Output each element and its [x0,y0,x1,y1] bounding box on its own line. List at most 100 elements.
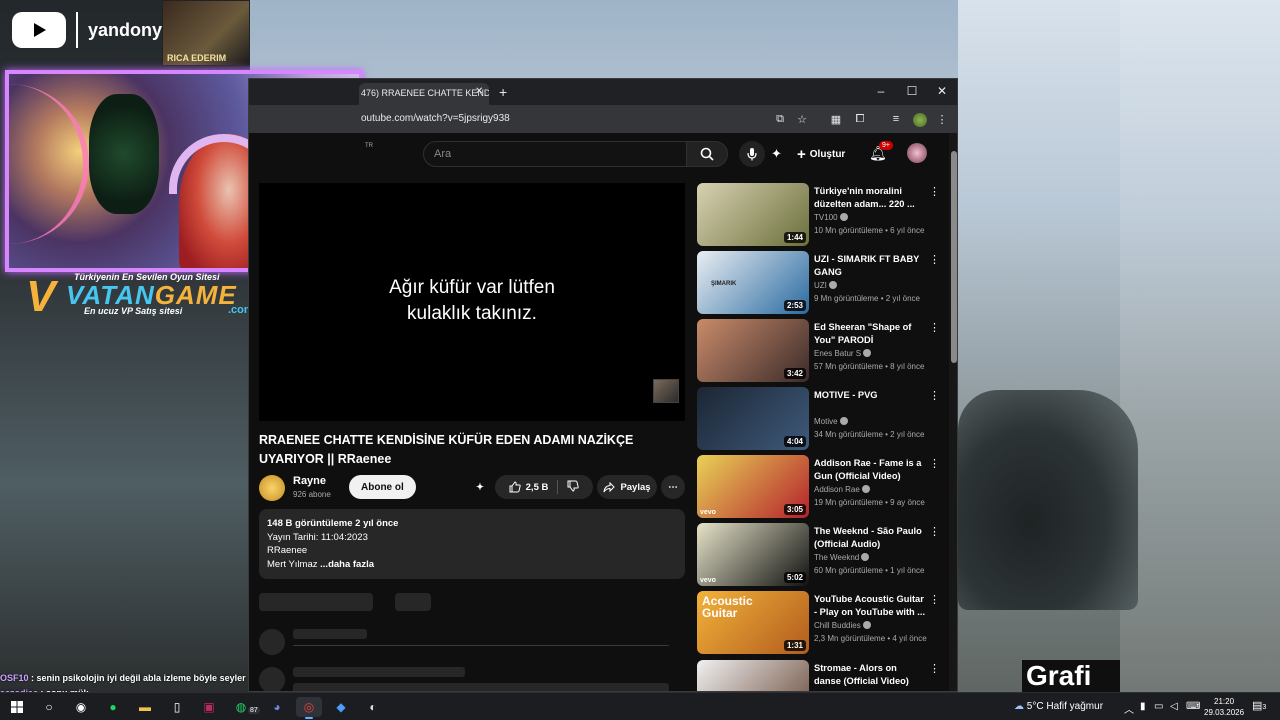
channel-name[interactable]: UZI [814,281,837,290]
recommended-video[interactable]: 1:44 Türkiye'nin moralini düzelten adam..… [697,183,945,249]
weather-widget[interactable]: ☁ 5°C Hafif yağmur [1014,701,1103,712]
close-window-button[interactable]: ✕ [932,84,952,98]
extension-icon[interactable]: ▦ [829,113,843,126]
chrome-icon[interactable]: ◎ [296,697,322,719]
notification-center-icon[interactable]: ▤3 [1252,699,1266,712]
steam-icon[interactable]: ◉ [68,697,94,717]
background-scene-right [958,0,1280,692]
create-button[interactable]: + Oluştur [797,143,845,165]
recommended-video[interactable]: Stromae - Alors on danse (Official Video… [697,660,945,691]
discord-icon[interactable]: ◕ [264,697,290,717]
video-title[interactable]: Addison Rae - Fame is a Gun (Official Vi… [814,457,926,482]
tray-chevron-icon[interactable]: ︿ [1124,701,1134,716]
background-caption: Grafi [1022,660,1120,692]
channel-name[interactable]: Motive [814,417,848,426]
notepad-icon[interactable]: ▯ [164,697,190,717]
video-thumbnail[interactable]: 1:44 [697,183,809,246]
browser-menu-icon[interactable]: ⋮ [935,113,949,126]
recommended-video[interactable]: 5:02 vevo The Weeknd - São Paulo (Official… [697,523,945,589]
video-duration: 1:44 [783,232,806,243]
share-button[interactable]: Paylaş [597,475,657,499]
more-options-icon[interactable]: ⋮ [929,662,940,675]
network-icon[interactable]: ▭ [1154,701,1163,712]
channel-name[interactable]: Enes Batur S [814,349,872,358]
channel-name[interactable]: Rayne [293,475,326,487]
channel-avatar[interactable] [259,475,285,501]
video-thumbnail[interactable]: 3:42 [697,319,809,382]
video-thumbnail[interactable]: 4:04 [697,387,809,450]
video-thumbnail[interactable]: 1:31 Acoustic Guitar [697,591,809,654]
video-title[interactable]: Türkiye'nin moralini düzelten adam... 22… [814,185,926,210]
more-options-icon[interactable]: ⋮ [929,593,940,606]
search-taskbar-icon[interactable]: ○ [36,697,62,717]
start-button[interactable] [4,697,30,717]
recommended-video[interactable]: 4:04 MOTIVE - PVG Motive 34 Mn görüntüleme … [697,387,945,453]
channel-name[interactable]: TV100 [814,213,848,222]
new-tab-button[interactable]: + [499,84,507,100]
video-thumbnail[interactable]: 2:53 ŞIMARIK [697,251,809,314]
loading-placeholder [259,593,373,611]
video-title[interactable]: YouTube Acoustic Guitar - Play on YouTub… [814,593,926,618]
puzzle-icon[interactable]: ⧠ [853,113,867,126]
video-thumbnail[interactable]: 5:02 vevo [697,523,809,586]
more-actions-button[interactable]: ⋯ [661,475,685,499]
system-clock[interactable]: 21:20 29.03.2026 [1204,696,1244,718]
streamer-name: yandonyo [88,19,174,40]
video-title[interactable]: Ed Sheeran "Shape of You" PARODİ [814,321,926,346]
video-meta: 2,3 Mn görüntüleme • 4 yıl önce [814,634,927,643]
loading-placeholder [259,667,285,691]
video-player[interactable]: Ağır küfür var lütfen kulaklık takınız. [259,183,685,421]
page-scrollbar[interactable] [949,133,957,691]
spotify-icon[interactable]: ● [100,697,126,717]
show-more-link[interactable]: ...daha fazla [320,559,374,570]
address-bar[interactable]: outube.com/watch?v=5jpsrigy938 ⧉ ☆ ▦ ⧠ ≡… [249,105,957,133]
recommended-video[interactable]: 2:53 ŞIMARIK UZI - SIMARIK FT BABY GANG UZI… [697,251,945,317]
sponsor-logo: V Türkiyenin En Sevilen Oyun Sitesi VATA… [26,272,254,321]
file-explorer-icon[interactable]: ▬ [132,697,158,717]
recommended-video[interactable]: 3:42 Ed Sheeran "Shape of You" PARODİ Enes… [697,319,945,385]
account-avatar[interactable] [907,143,927,163]
more-options-icon[interactable]: ⋮ [929,253,940,266]
video-thumbnail[interactable]: 3:05 vevo [697,455,809,518]
video-title[interactable]: Stromae - Alors on danse (Official Video… [814,662,926,687]
language-icon[interactable]: ⌨ [1186,701,1200,712]
browser-tab[interactable]: 476) RRAENEE CHATTE KENDİ [359,83,489,105]
video-title[interactable]: The Weeknd - São Paulo (Official Audio) [814,525,926,550]
search-button[interactable] [686,141,728,167]
obs-icon[interactable]: ◐ [360,697,386,717]
minimize-button[interactable]: – [871,84,891,98]
gemini-icon[interactable]: ✦ [771,146,782,162]
maximize-button[interactable]: ☐ [902,84,922,98]
premiere-icon[interactable]: ▣ [196,697,222,717]
app-diamond-icon[interactable]: ◆ [328,697,354,717]
more-options-icon[interactable]: ⋮ [929,321,940,334]
youtube-logo-icon [12,12,66,48]
video-thumbnail[interactable] [697,660,809,691]
recommended-video[interactable]: 3:05 vevo Addison Rae - Fame is a Gun (Off… [697,455,945,521]
bookmark-star-icon[interactable]: ☆ [795,113,809,126]
profile-avatar-icon[interactable] [913,113,927,127]
search-input[interactable]: Ara [423,141,687,167]
channel-name[interactable]: The Weeknd [814,553,870,562]
more-options-icon[interactable]: ⋮ [929,525,940,538]
tab-close-icon[interactable]: ✕ [475,86,483,97]
like-button[interactable]: 2,5 B [509,481,548,493]
video-title[interactable]: MOTIVE - PVG [814,389,926,402]
channel-name[interactable]: Addison Rae [814,485,870,494]
more-options-icon[interactable]: ⋮ [929,389,940,402]
more-options-icon[interactable]: ⋮ [929,185,940,198]
voice-search-button[interactable] [739,141,765,167]
video-title[interactable]: UZI - SIMARIK FT BABY GANG [814,253,926,278]
recommended-video[interactable]: 1:31 Acoustic Guitar YouTube Acoustic Guit… [697,591,945,657]
more-options-icon[interactable]: ⋮ [929,457,940,470]
microphone-tray-icon[interactable]: ▮ [1140,701,1146,712]
media-control-icon[interactable]: ≡ [889,113,903,125]
cast-icon[interactable]: ⧉ [773,113,787,126]
channel-name[interactable]: Chill Buddies [814,621,871,630]
volume-icon[interactable]: ◁ [1170,701,1178,712]
ai-sparkle-icon[interactable]: ✦ [469,475,491,499]
url-text[interactable]: outube.com/watch?v=5jpsrigy938 [361,113,510,124]
dislike-button[interactable] [567,480,580,495]
description-box[interactable]: 148 B görüntüleme 2 yıl önce Yayın Tarih… [259,509,685,579]
subscribe-button[interactable]: Abone ol [349,475,416,499]
